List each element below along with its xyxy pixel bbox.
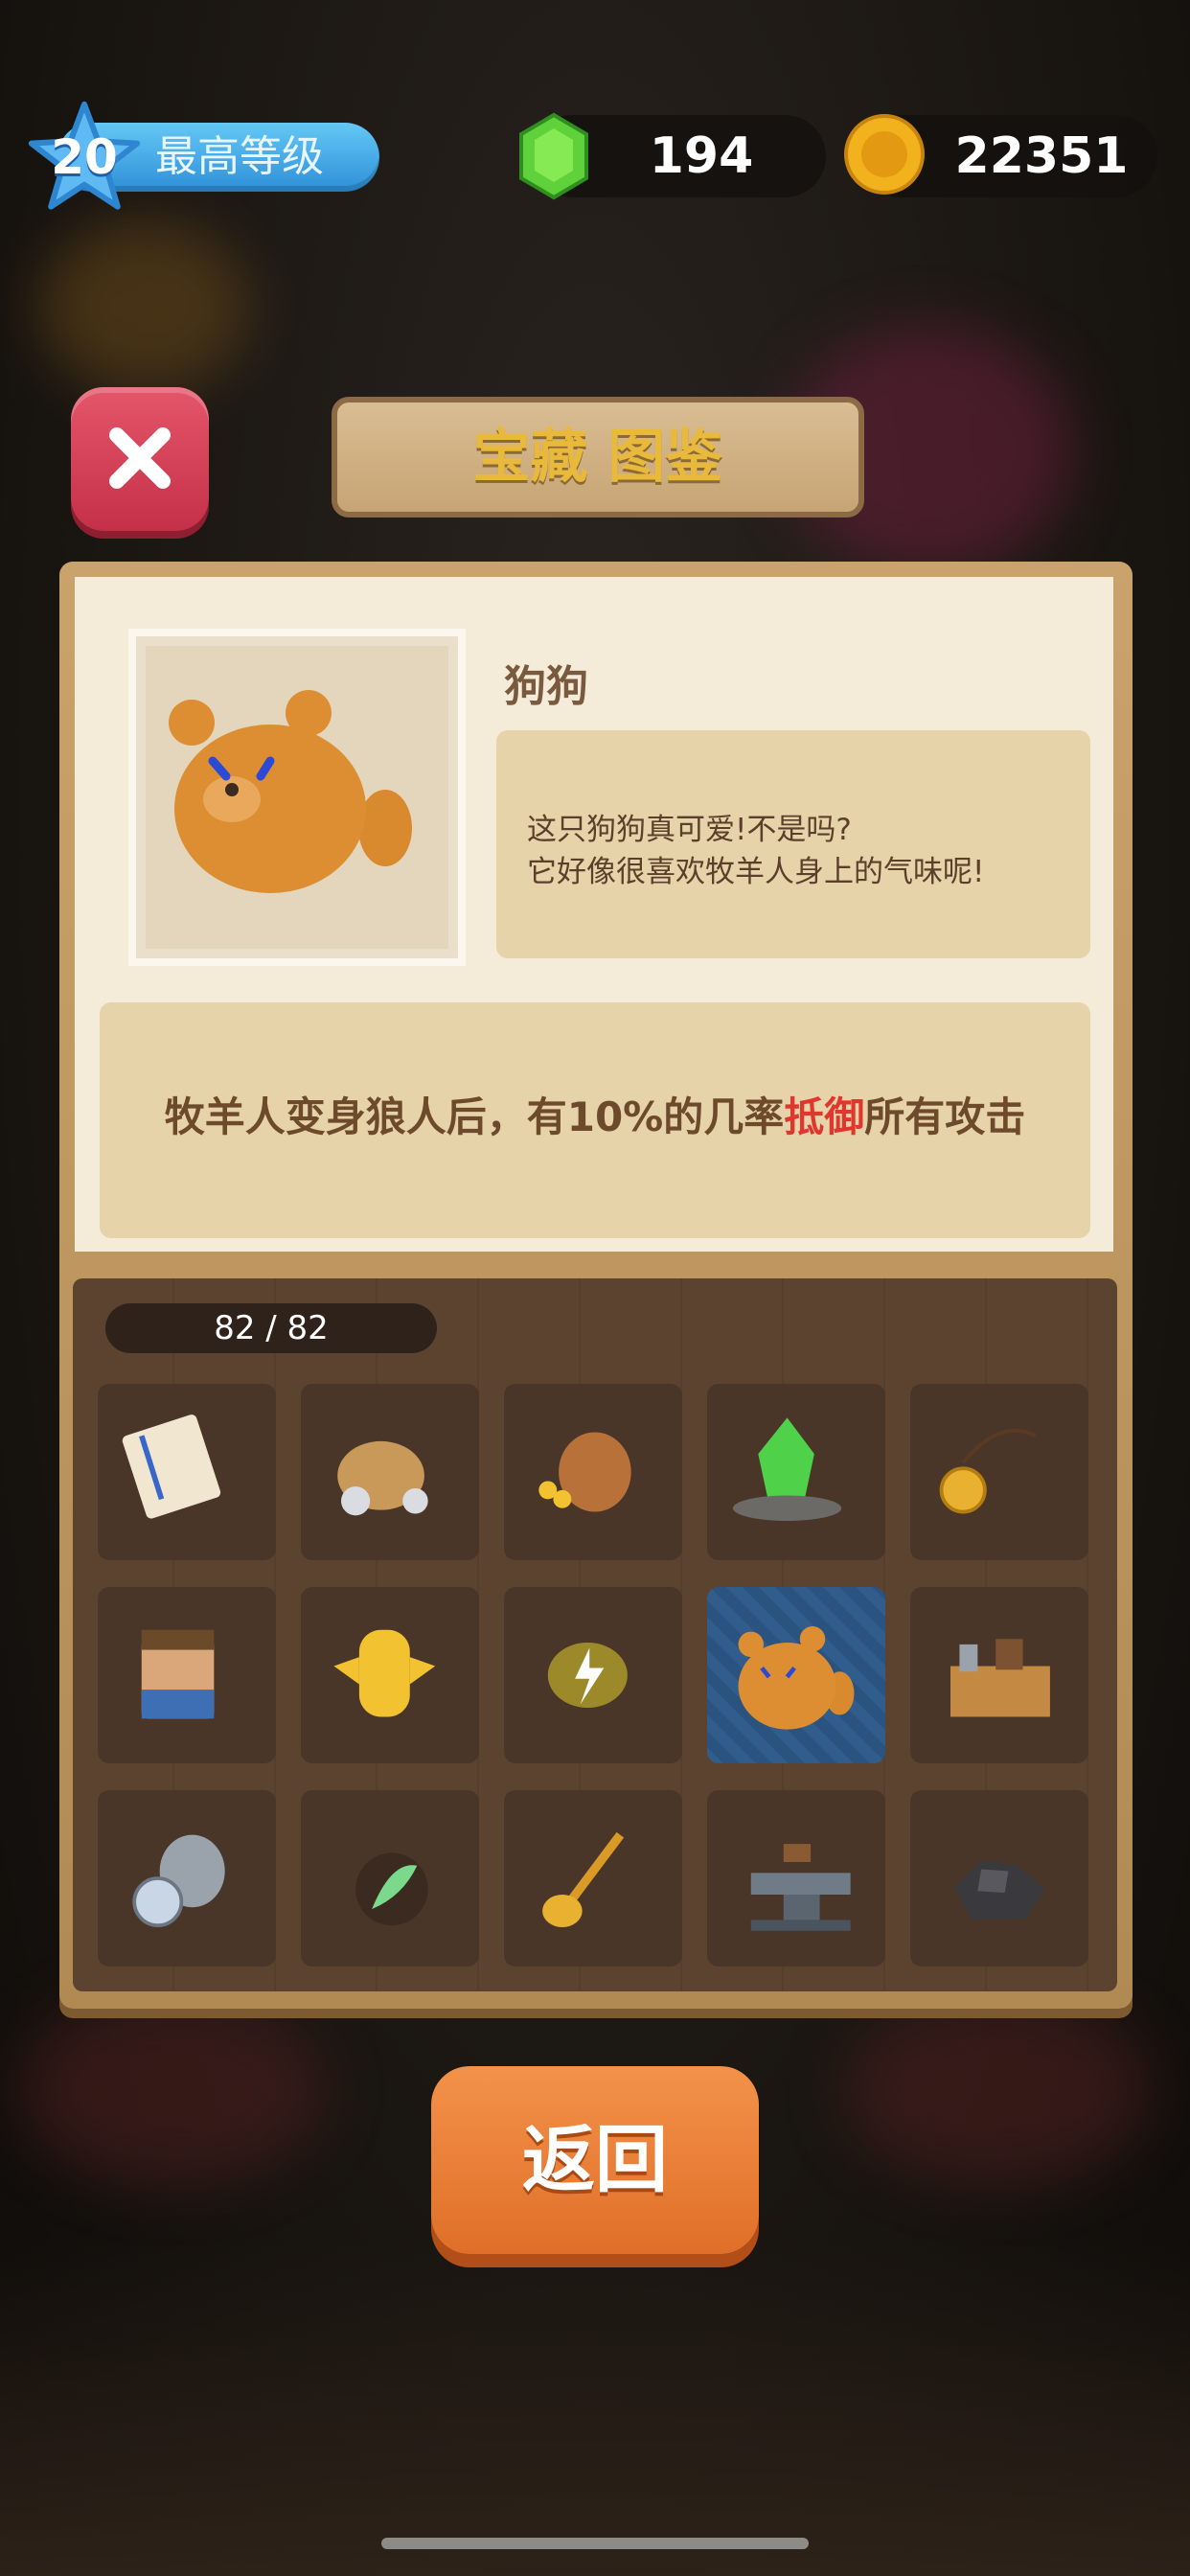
collection-slot[interactable]	[707, 1587, 885, 1763]
golden-helmet-icon	[333, 1629, 436, 1717]
effect-highlight: 抵御	[784, 1093, 865, 1140]
close-icon	[109, 427, 171, 489]
bottom-navigation-blurred	[0, 2242, 1190, 2576]
toolbox-icon	[950, 1639, 1050, 1717]
green-gem-icon	[519, 112, 588, 200]
collection-slot[interactable]	[98, 1587, 276, 1763]
scroll-icon	[122, 1414, 221, 1519]
collection-slot[interactable]	[98, 1790, 276, 1966]
shovel-icon	[542, 1831, 625, 1927]
dog-icon	[738, 1626, 855, 1730]
item-effect-text: 牧羊人变身狼人后，有10%的几率抵御所有攻击	[100, 1085, 1090, 1143]
item-name: 狗狗	[504, 662, 588, 711]
collection-slot[interactable]	[707, 1384, 885, 1560]
level-label: 最高等级	[155, 132, 324, 181]
collection-slot[interactable]	[301, 1790, 479, 1966]
collection-slot[interactable]	[504, 1587, 682, 1763]
back-button-label[interactable]: 返回	[431, 2066, 759, 2254]
collection-slot[interactable]	[910, 1587, 1088, 1763]
gold-coin-icon	[844, 114, 925, 195]
collection-slot[interactable]	[301, 1587, 479, 1763]
collection-slot[interactable]	[910, 1384, 1088, 1560]
close-button[interactable]	[71, 387, 209, 531]
collection-slot[interactable]	[98, 1384, 276, 1560]
dog-icon	[169, 690, 412, 893]
item-portrait	[146, 646, 448, 949]
coin-count: 22351	[954, 127, 1129, 185]
item-description-line: 这只狗狗真可爱!不是吗?	[527, 813, 852, 847]
gem-count: 194	[649, 127, 754, 185]
collection-slot[interactable]	[301, 1384, 479, 1560]
collection-slot[interactable]	[504, 1384, 682, 1560]
gold-amulet-icon	[939, 1428, 1037, 1514]
effect-prefix: 牧羊人变身狼人后，有10%的几率	[164, 1093, 785, 1140]
effect-suffix: 所有攻击	[864, 1093, 1026, 1140]
collection-count: 82 / 82	[214, 1309, 329, 1347]
pot-gold-icon	[538, 1432, 631, 1512]
coal-icon	[953, 1860, 1045, 1920]
collection-slot[interactable]	[910, 1790, 1088, 1966]
green-crystal-icon	[732, 1417, 842, 1521]
anvil-icon	[750, 1844, 851, 1931]
money-bag-icon	[337, 1440, 428, 1516]
background-scenery	[38, 220, 249, 393]
item-description-line: 它好像很喜欢牧羊人身上的气味呢!	[527, 855, 985, 889]
background-scenery	[843, 1993, 1150, 2185]
dwarf-miner-icon	[141, 1629, 215, 1719]
level-number: 20	[51, 129, 118, 185]
lightning-stone-icon	[547, 1643, 628, 1708]
knight-helmet-icon	[132, 1834, 225, 1927]
background-scenery	[19, 1993, 326, 2185]
home-indicator	[381, 2538, 809, 2549]
collection-slot[interactable]	[504, 1790, 682, 1966]
feather-icon	[355, 1852, 428, 1926]
dialog-title: 宝藏 图鉴	[472, 424, 723, 491]
collection-slot[interactable]	[707, 1790, 885, 1966]
